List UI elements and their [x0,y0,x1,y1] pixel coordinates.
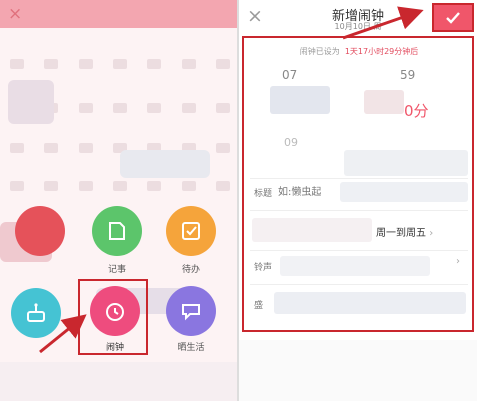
arrow-to-confirm-button [342,6,424,40]
annotation-arrows [39,6,424,354]
arrow-to-alarm-app [39,314,87,354]
